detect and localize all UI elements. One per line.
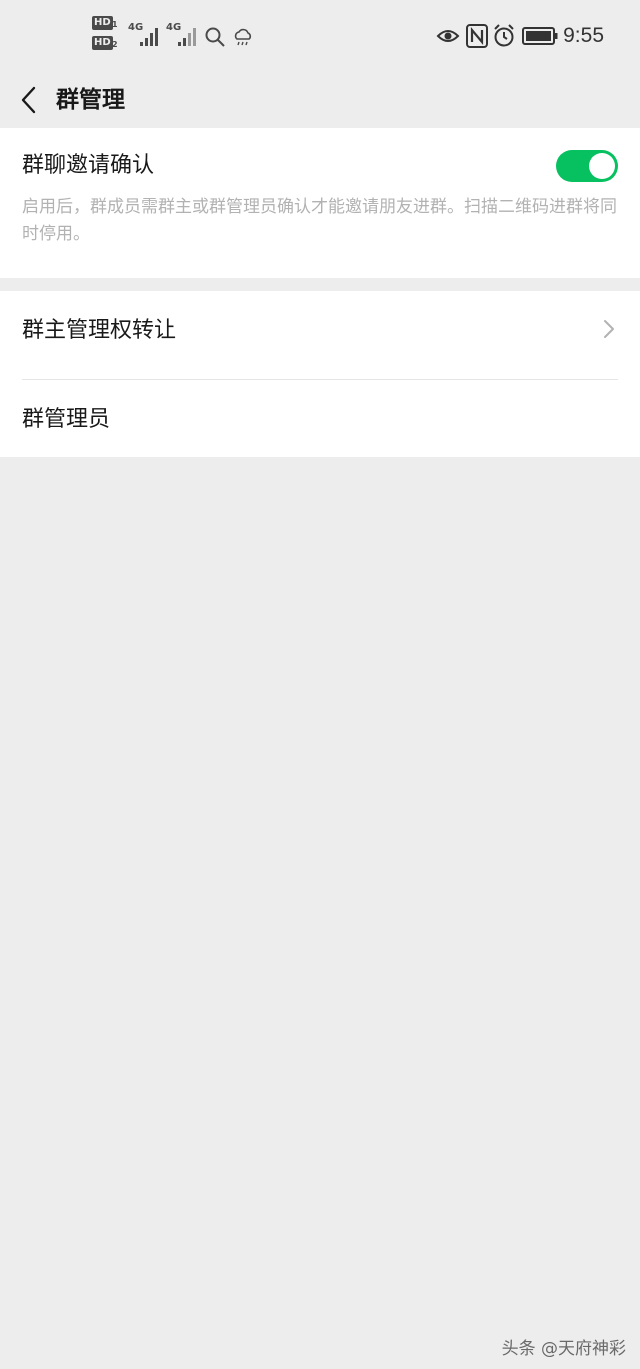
transfer-owner-label: 群主管理权转让 — [22, 318, 177, 343]
watermark-text: 头条 @天府神彩 — [501, 1339, 626, 1359]
chevron-right-icon — [604, 320, 614, 338]
nfc-icon — [466, 24, 488, 48]
invite-confirm-description: 启用后，群成员需群主或群管理员确认才能邀请朋友进群。扫描二维码进群将同时停用。 — [22, 197, 617, 244]
status-right: 9:55 — [420, 20, 640, 54]
weather-icon — [234, 28, 252, 46]
sim1-hd-badge: HD 1 — [92, 16, 118, 30]
admins-row[interactable]: 群管理员 — [0, 380, 640, 457]
management-card: 群主管理权转让 群管理员 — [0, 291, 640, 457]
page-title: 群管理 — [56, 87, 125, 113]
invite-confirm-card: 群聊邀请确认 启用后，群成员需群主或群管理员确认才能邀请朋友进群。扫描二维码进群… — [0, 128, 640, 278]
admins-label: 群管理员 — [22, 407, 111, 432]
back-button[interactable] — [14, 80, 48, 120]
invite-confirm-toggle[interactable] — [556, 150, 618, 182]
search-icon — [205, 27, 225, 47]
chevron-left-icon — [21, 86, 36, 114]
sim2-hd-badge: HD 2 — [92, 36, 118, 50]
nav-header: 群管理 — [0, 74, 640, 126]
battery-icon — [522, 27, 558, 45]
clock: 9:55 — [563, 24, 604, 47]
status-bar: HD 1 HD 2 4G 4G 9:55 — [0, 0, 640, 74]
eye-comfort-icon — [436, 30, 460, 42]
watermark: 头条 @天府神彩 — [502, 1334, 626, 1359]
alarm-icon — [494, 24, 514, 47]
toggle-knob — [589, 153, 615, 179]
transfer-owner-row[interactable]: 群主管理权转让 — [0, 291, 640, 379]
invite-confirm-label: 群聊邀请确认 — [22, 153, 155, 178]
